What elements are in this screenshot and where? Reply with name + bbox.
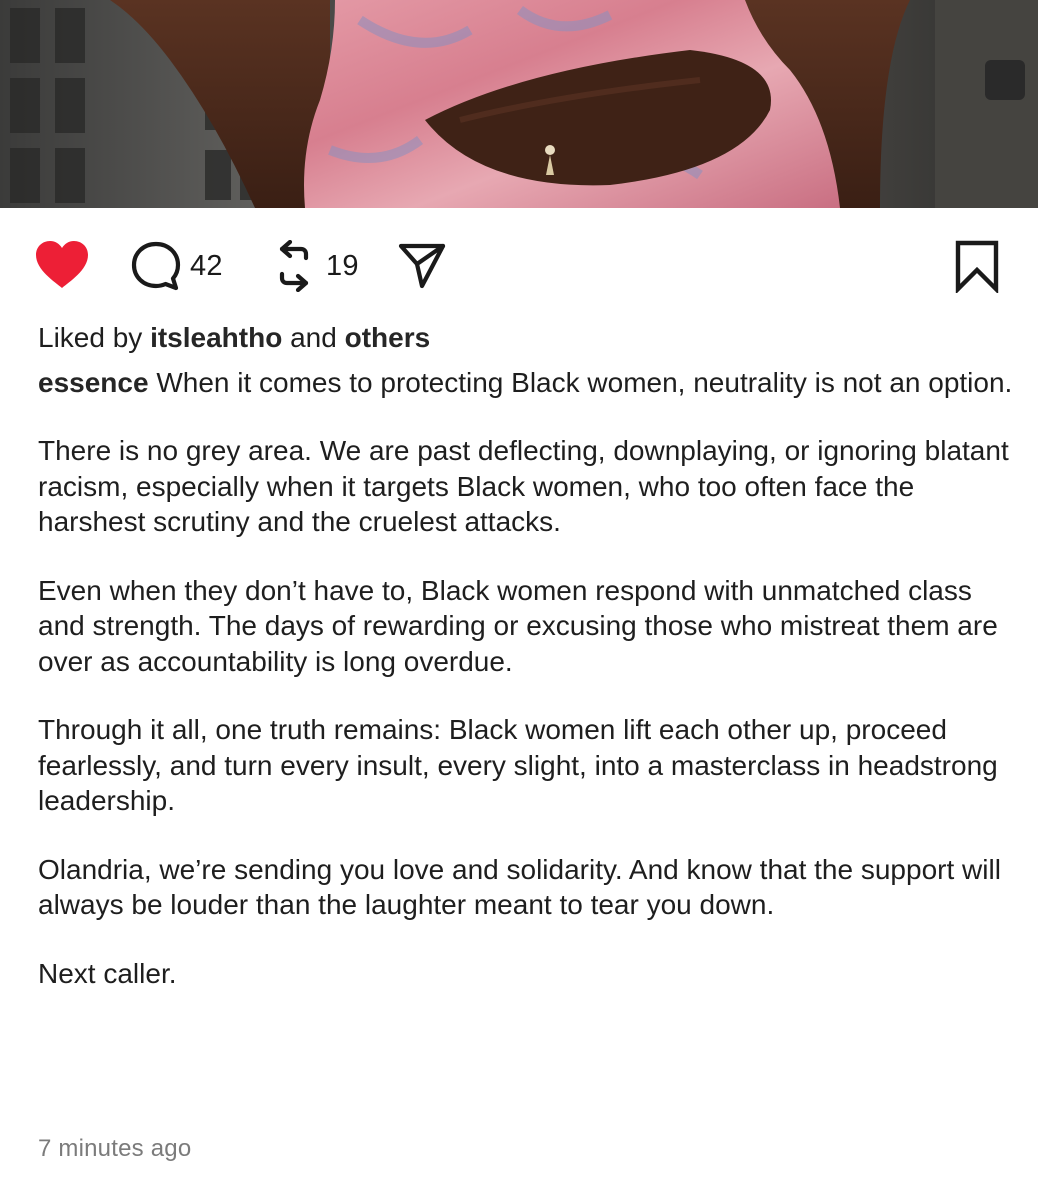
repost-count: 19 <box>326 249 359 282</box>
liked-by-middle: and <box>282 322 345 353</box>
caption-paragraph: Next caller. <box>38 957 177 989</box>
caption-lead: essence When it comes to protecting Blac… <box>38 365 1013 401</box>
heart-filled-icon <box>36 241 88 288</box>
comment-bubble-icon <box>131 241 181 291</box>
comment-button[interactable]: 42 <box>130 240 223 292</box>
post-image[interactable] <box>0 0 1038 208</box>
post-action-bar: 42 19 <box>0 208 1038 320</box>
comment-count: 42 <box>190 249 223 282</box>
like-button[interactable] <box>33 238 91 290</box>
paper-plane-icon <box>398 243 446 289</box>
liked-by-others-link[interactable]: others <box>345 322 431 353</box>
share-button[interactable] <box>398 241 446 289</box>
caption-paragraph: There is no grey area. We are past defle… <box>38 435 1009 537</box>
caption-lead-text: When it comes to protecting Black women,… <box>148 366 1013 398</box>
caption-paragraph: Even when they don’t have to, Black wome… <box>38 574 998 677</box>
repost-arrows-icon <box>279 240 309 292</box>
post-timestamp: 7 minutes ago <box>38 1135 192 1162</box>
liked-by-user-link[interactable]: itsleahtho <box>150 322 282 353</box>
liked-by-prefix: Liked by <box>38 322 151 353</box>
caption-paragraph: Through it all, one truth remains: Black… <box>38 714 998 816</box>
liked-by-line: Liked by itsleahtho and others <box>38 320 1013 356</box>
bookmark-icon <box>955 240 999 293</box>
repost-button[interactable]: 19 <box>270 240 359 292</box>
author-username-link[interactable]: essence <box>38 367 149 398</box>
post-caption: Liked by itsleahtho and others essence W… <box>38 320 1013 991</box>
caption-paragraph: Olandria, we’re sending you love and sol… <box>38 853 1001 921</box>
save-button[interactable] <box>954 239 1000 293</box>
